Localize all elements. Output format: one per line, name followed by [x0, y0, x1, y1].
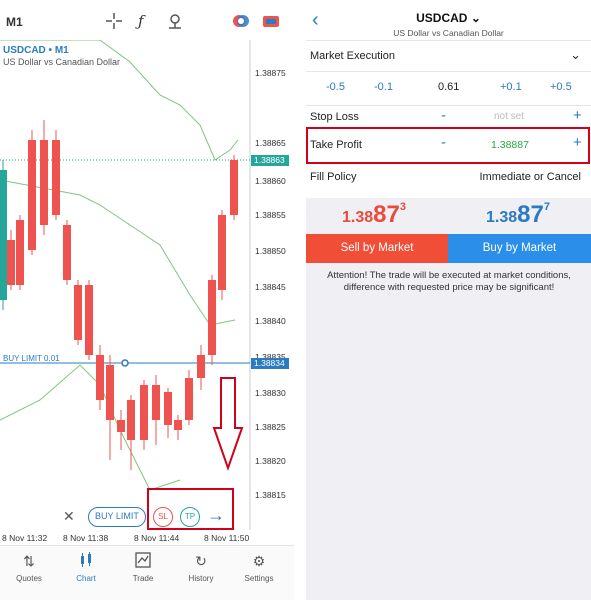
candle-body — [28, 140, 36, 250]
bid-price: 1.38873 — [342, 201, 406, 228]
stop-loss-input[interactable]: not set — [494, 111, 524, 122]
objects-icon[interactable] — [166, 12, 184, 34]
nav-settings[interactable]: ⚙ Settings — [230, 546, 288, 600]
symbol-subtitle: US Dollar vs Canadian Dollar — [3, 57, 121, 67]
symbol-title: USDCAD • M1 — [3, 45, 69, 56]
execution-type-selector[interactable]: Market Execution ⌄ — [306, 40, 591, 72]
candle-body — [0, 170, 7, 300]
candle-body — [164, 392, 172, 425]
nav-trade[interactable]: Trade — [114, 546, 172, 600]
nav-quotes[interactable]: ⇅ Quotes — [0, 546, 58, 600]
time-label: 8 Nov 11:44 — [134, 533, 180, 543]
price-axis-label: 1.38830 — [255, 388, 286, 398]
stop-loss-minus-button[interactable]: - — [441, 107, 446, 124]
candle-body — [152, 385, 160, 420]
candle-body — [40, 140, 48, 225]
volume-value[interactable]: 0.61 — [438, 81, 459, 93]
order-header: ‹ USDCAD ⌄ US Dollar vs Canadian Dollar — [306, 0, 591, 44]
candle-body — [127, 400, 135, 440]
candle-body — [174, 420, 182, 430]
buy-limit-handle — [121, 359, 129, 367]
buy-limit-price-tag: 1.38834 — [251, 358, 289, 369]
candle-body — [208, 280, 216, 355]
chevron-down-icon: ⌄ — [470, 11, 481, 25]
candle-body — [96, 355, 104, 400]
price-axis-label: 1.38820 — [255, 456, 286, 466]
order-screen: ‹ USDCAD ⌄ US Dollar vs Canadian Dollar … — [306, 0, 591, 600]
candle-body — [185, 378, 193, 420]
stop-loss-label: Stop Loss — [310, 111, 359, 123]
price-axis-label: 1.38860 — [255, 176, 286, 186]
price-axis-label: 1.38840 — [255, 316, 286, 326]
quotes-icon: ⇅ — [23, 553, 35, 569]
chart-toolbar: M1 ƒ — [0, 0, 294, 44]
timeframe-button[interactable]: M1 — [6, 15, 23, 29]
time-label: 8 Nov 11:38 — [63, 533, 109, 543]
close-icon[interactable]: ✕ — [63, 508, 75, 525]
chart-icon — [77, 552, 95, 570]
buy-limit-button[interactable]: BUY LIMIT — [88, 507, 146, 527]
time-label: 8 Nov 11:32 — [2, 533, 48, 543]
bollinger-lower — [0, 364, 181, 491]
candle-body — [16, 220, 24, 285]
candle-body — [52, 140, 60, 215]
panel-divider — [294, 0, 306, 600]
price-axis-label: 1.38875 — [255, 68, 286, 78]
nav-history[interactable]: ↻ History — [172, 546, 230, 600]
fill-policy-label: Fill Policy — [310, 171, 357, 183]
candle-body — [74, 285, 82, 340]
symbol-selector[interactable]: USDCAD ⌄ — [306, 11, 591, 25]
volume-minus-01-button[interactable]: -0.1 — [374, 81, 393, 93]
fill-policy-row[interactable]: Fill Policy Immediate or Cancel — [306, 164, 591, 196]
candle-body — [230, 160, 238, 215]
buy-limit-line-label: BUY LIMIT 0.01 — [3, 354, 60, 363]
candle-body — [7, 240, 15, 285]
volume-row: -0.5 -0.1 0.61 +0.1 +0.5 — [306, 72, 591, 106]
settings-icon: ⚙ — [252, 553, 266, 569]
new-order-icon[interactable] — [262, 12, 280, 34]
ask-price: 1.38877 — [486, 201, 550, 228]
crosshair-icon[interactable] — [105, 12, 123, 34]
order-symbol-subtitle: US Dollar vs Canadian Dollar — [393, 28, 504, 38]
highlight-box — [306, 127, 590, 164]
current-price-tag: 1.38863 — [251, 155, 289, 166]
sell-by-market-button[interactable]: Sell by Market — [306, 234, 448, 263]
price-axis-label: 1.38865 — [255, 138, 286, 148]
chart-screen: M1 ƒ USDCAD • M1 US Dollar vs Canadian D… — [0, 0, 294, 600]
volume-plus-01-button[interactable]: +0.1 — [500, 81, 522, 93]
stop-loss-row: Stop Loss - not set + — [306, 106, 591, 128]
volume-minus-05-button[interactable]: -0.5 — [326, 81, 345, 93]
candle-body — [140, 385, 148, 440]
candle-body — [106, 365, 114, 420]
chevron-down-icon: ⌄ — [570, 47, 581, 62]
stop-loss-plus-button[interactable]: + — [573, 107, 582, 124]
bottom-nav: ⇅ Quotes Chart Trade ↻ History ⚙ Setting… — [0, 545, 294, 600]
execution-type: Market Execution — [310, 50, 395, 62]
volume-plus-05-button[interactable]: +0.5 — [550, 81, 572, 93]
nav-chart[interactable]: Chart — [57, 546, 115, 600]
history-icon: ↻ — [195, 553, 207, 569]
price-axis-label: 1.38815 — [255, 490, 286, 500]
down-arrow-annotation — [212, 377, 244, 472]
price-axis-label: 1.38825 — [255, 422, 286, 432]
price-axis-label: 1.38855 — [255, 210, 286, 220]
price-axis-label: 1.38850 — [255, 246, 286, 256]
candle-body — [63, 225, 71, 280]
price-chart[interactable] — [0, 40, 294, 540]
indicators-icon[interactable]: ƒ — [138, 12, 144, 30]
buy-by-market-button[interactable]: Buy by Market — [448, 234, 591, 263]
candle-body — [218, 215, 226, 290]
attention-message: Attention! The trade will be executed at… — [327, 270, 571, 293]
order-symbol: USDCAD — [416, 11, 468, 25]
time-label: 8 Nov 11:50 — [204, 533, 250, 543]
candle-body — [85, 285, 93, 355]
candle-body — [197, 355, 205, 378]
highlight-box — [147, 488, 234, 530]
price-axis-label: 1.38845 — [255, 282, 286, 292]
candle-body — [117, 420, 125, 432]
trade-circle-icon[interactable] — [232, 12, 250, 34]
fill-policy-value: Immediate or Cancel — [479, 171, 582, 183]
trade-icon — [134, 552, 152, 570]
